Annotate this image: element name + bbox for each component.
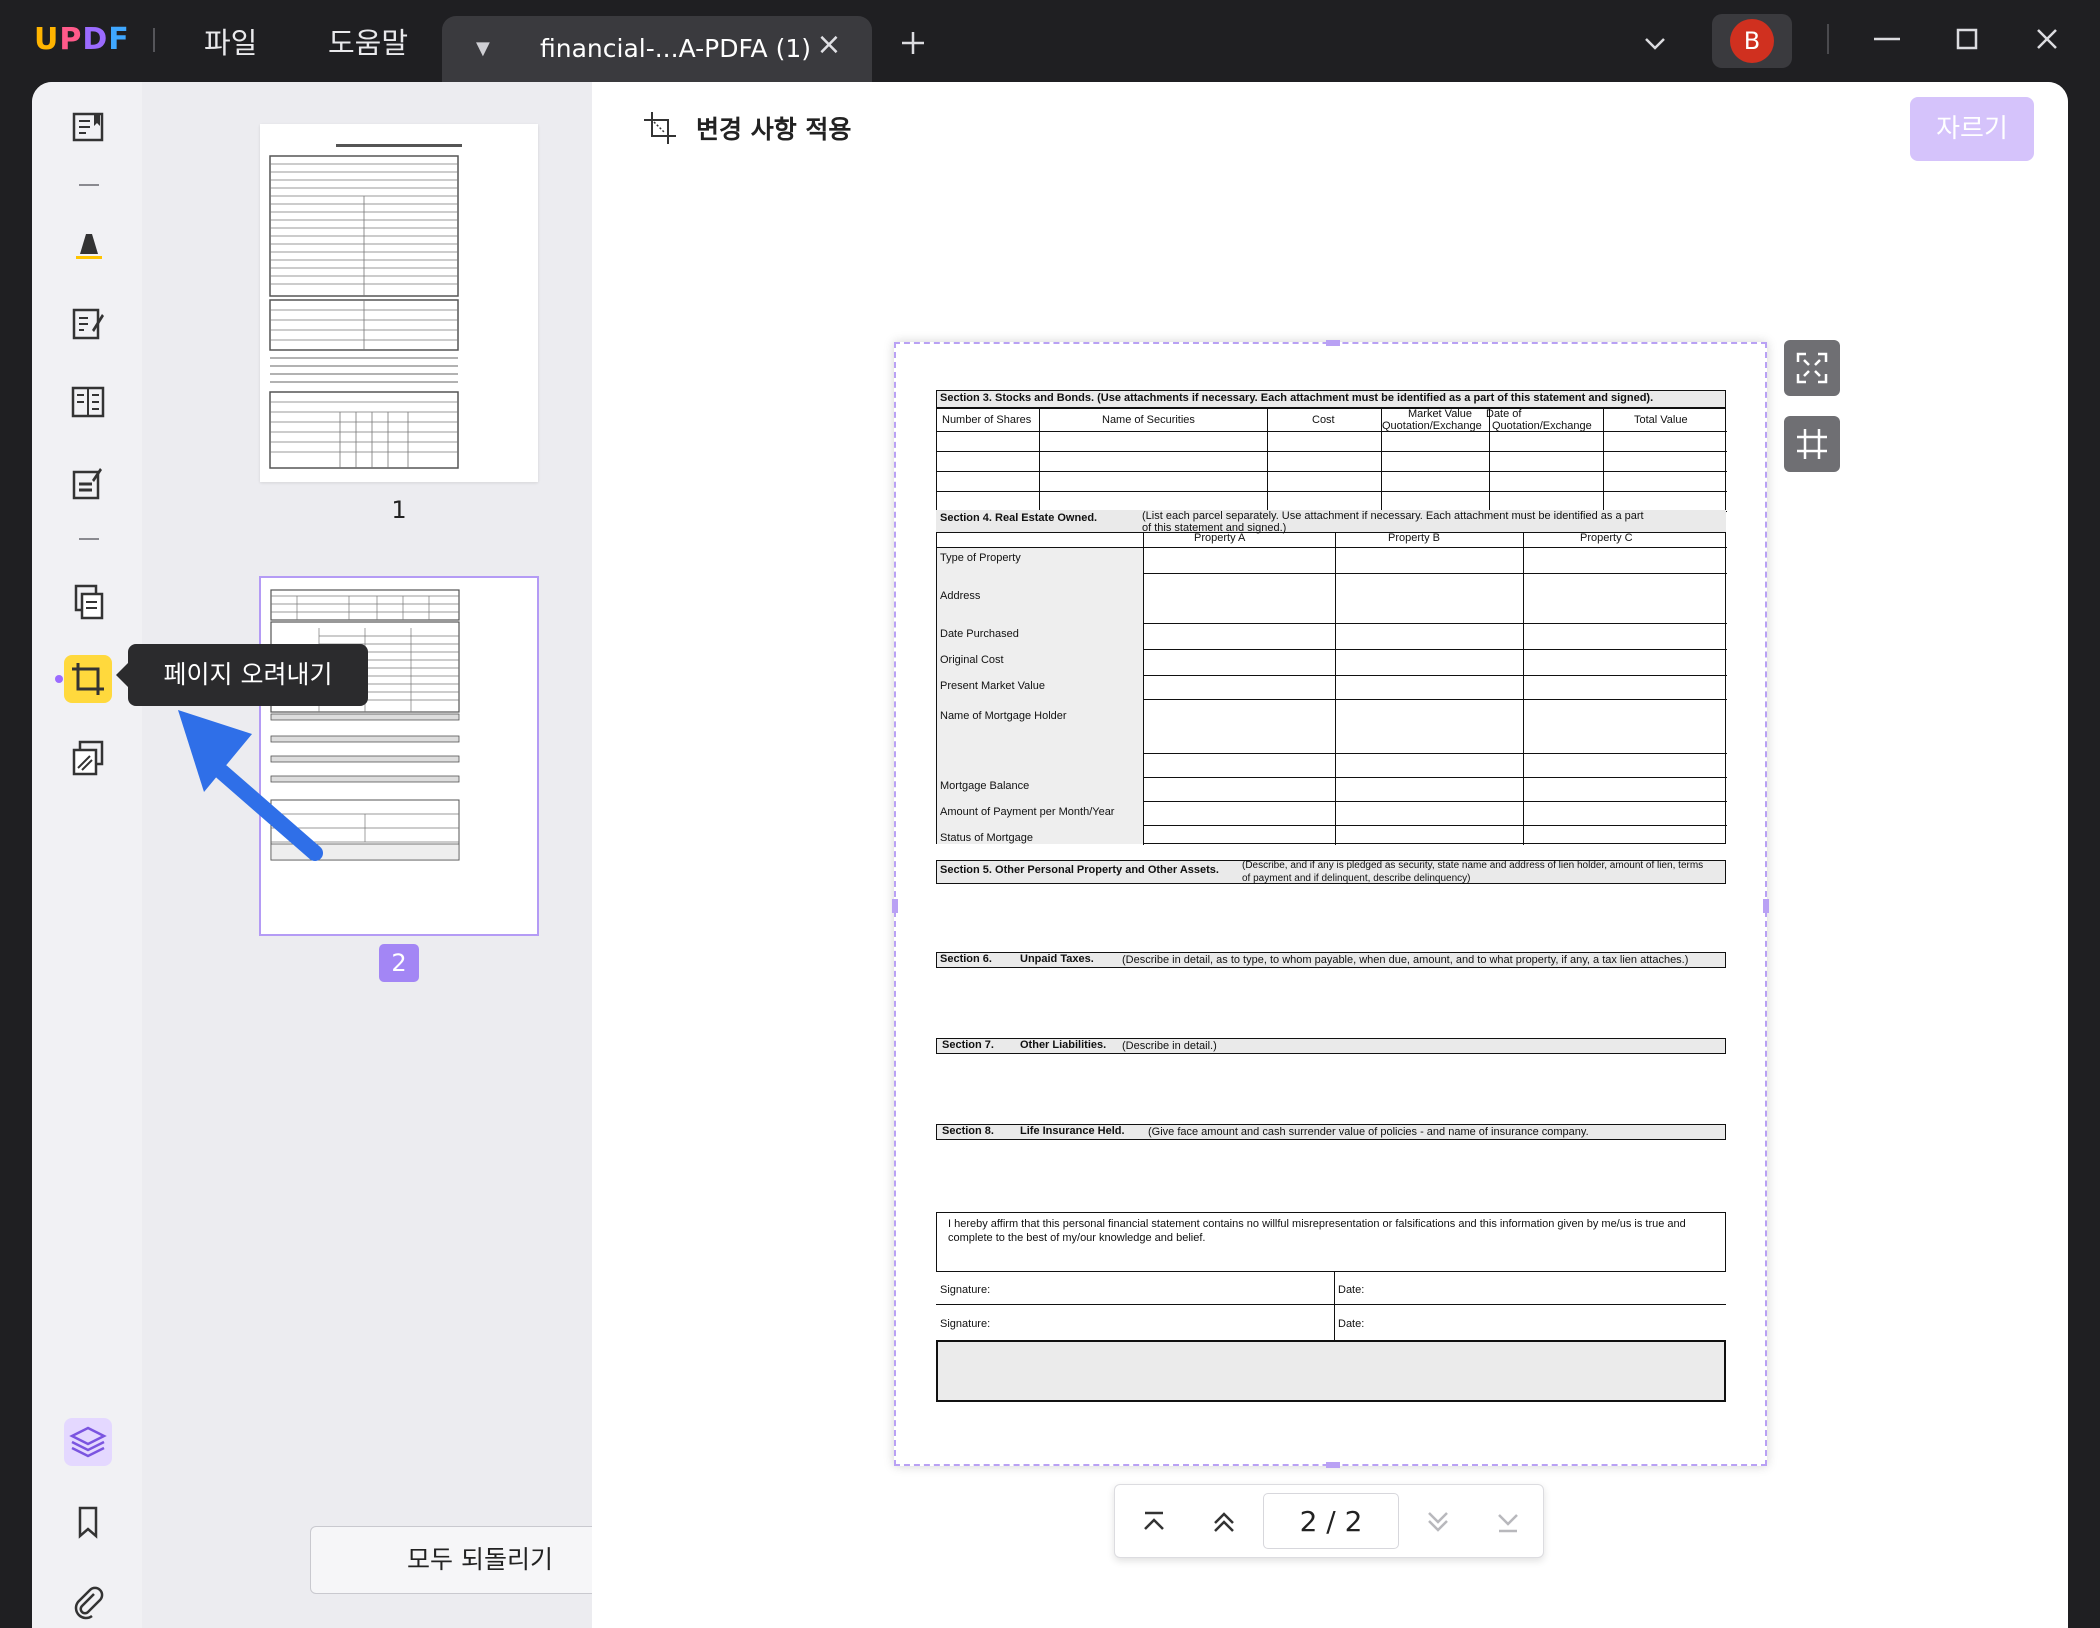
paperclip-icon <box>74 1586 104 1620</box>
layers-button[interactable] <box>64 1418 112 1466</box>
crop-icon <box>72 663 104 695</box>
crop-handle-bottom[interactable] <box>1326 1462 1340 1468</box>
bookmark-button[interactable] <box>64 1498 112 1546</box>
crop-margin-icon <box>1797 429 1827 459</box>
tab-dropdown-icon[interactable]: ▼ <box>476 38 490 59</box>
tab-close-icon[interactable]: × <box>812 28 846 62</box>
redact-icon <box>72 740 104 776</box>
page-thumbnail-1[interactable] <box>260 124 538 482</box>
organize-pages-icon <box>74 584 104 620</box>
toolbar-divider <box>79 538 99 540</box>
crop-handle-left[interactable] <box>892 899 898 913</box>
menu-file[interactable]: 파일 <box>204 20 257 62</box>
crop-pages-button[interactable] <box>64 655 112 703</box>
bookmark-icon <box>78 1506 98 1539</box>
close-window-icon[interactable] <box>2030 22 2064 56</box>
fill-sign-button[interactable] <box>64 460 112 508</box>
new-tab-icon[interactable] <box>896 26 930 60</box>
last-page-icon[interactable] <box>1491 1505 1525 1539</box>
annotation-arrow <box>178 710 323 861</box>
edit-tool-button[interactable] <box>64 300 112 348</box>
toolbar-divider <box>79 184 99 186</box>
title-divider <box>153 28 155 52</box>
page-1-number: 1 <box>391 496 407 524</box>
apply-changes-button[interactable]: 변경 사항 적용 <box>642 108 851 148</box>
crop-region[interactable] <box>892 340 1769 1468</box>
user-avatar[interactable]: B <box>1712 14 1792 68</box>
crop-handle-top[interactable] <box>1326 340 1340 346</box>
updf-logo: UPDF <box>34 22 130 57</box>
protect-button[interactable] <box>64 734 112 782</box>
tab-title: financial-...A-PDFA (1) <box>540 34 812 63</box>
crop-button[interactable]: 자르기 <box>1910 97 2034 161</box>
crop-handle-right[interactable] <box>1763 899 1769 913</box>
reader-icon <box>72 112 104 142</box>
fit-page-icon <box>1796 352 1828 384</box>
organize-pages-button[interactable] <box>64 578 112 626</box>
reader-mode-button[interactable] <box>64 104 112 152</box>
next-page-icon[interactable] <box>1421 1505 1455 1539</box>
title-bar: UPDF 파일 도움말 ▼ financial-...A-PDFA (1) × … <box>0 0 2100 82</box>
form-icon <box>71 386 105 418</box>
layers-icon <box>69 1426 107 1458</box>
edit-pdf-icon <box>72 308 104 340</box>
active-tool-indicator <box>55 675 63 683</box>
crop-outline-icon <box>644 112 676 144</box>
chevron-down-icon[interactable] <box>1638 26 1672 60</box>
form-tool-button[interactable] <box>64 378 112 426</box>
minimize-icon[interactable] <box>1870 22 1904 56</box>
avatar-letter: B <box>1730 19 1774 63</box>
page-navigator: 2 / 2 <box>1114 1484 1544 1558</box>
first-page-icon[interactable] <box>1137 1505 1171 1539</box>
document-tab[interactable]: ▼ financial-...A-PDFA (1) × <box>442 16 872 82</box>
highlighter-icon <box>76 234 102 259</box>
sign-icon <box>72 468 102 500</box>
attachment-button[interactable] <box>64 1578 112 1626</box>
left-toolbar <box>32 82 142 1628</box>
previous-page-icon[interactable] <box>1207 1505 1241 1539</box>
auto-crop-button[interactable] <box>1784 340 1840 396</box>
maximize-icon[interactable] <box>1950 22 1984 56</box>
page-number-input[interactable]: 2 / 2 <box>1263 1493 1399 1549</box>
title-divider-2 <box>1827 24 1829 54</box>
comment-tool-button[interactable] <box>64 220 112 268</box>
menu-help[interactable]: 도움말 <box>328 20 408 62</box>
apply-changes-label: 변경 사항 적용 <box>696 115 852 144</box>
crop-margins-button[interactable] <box>1784 416 1840 472</box>
page-1-preview <box>269 144 462 469</box>
page-2-number: 2 <box>379 944 419 982</box>
